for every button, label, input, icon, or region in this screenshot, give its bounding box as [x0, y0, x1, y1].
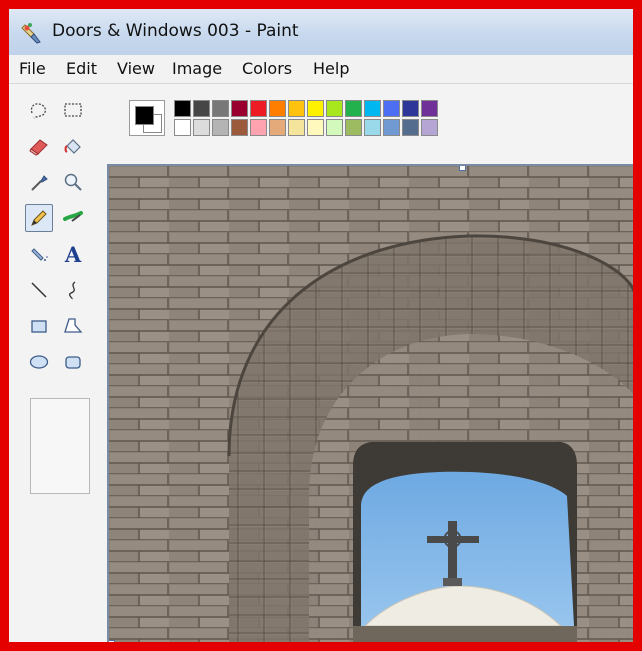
palette-swatch[interactable] — [307, 100, 324, 117]
palette-swatch[interactable] — [364, 100, 381, 117]
magnifier-tool[interactable] — [59, 168, 87, 196]
magnifier-icon — [64, 173, 82, 191]
paint-bucket-icon — [64, 139, 81, 154]
palette-swatch[interactable] — [212, 119, 229, 136]
palette-swatch[interactable] — [193, 119, 210, 136]
palette-swatch[interactable] — [364, 119, 381, 136]
palette-swatch[interactable] — [269, 119, 286, 136]
brush-icon — [63, 211, 83, 222]
airbrush-icon — [31, 248, 48, 261]
line-icon — [31, 282, 47, 298]
rectangle-icon — [31, 320, 47, 333]
polygon-icon — [64, 318, 83, 333]
drawing-canvas[interactable] — [107, 164, 633, 642]
toolbox: A — [23, 90, 93, 510]
menu-edit[interactable]: Edit — [66, 59, 97, 78]
select-tool[interactable] — [59, 96, 87, 124]
lasso-select-icon — [30, 103, 46, 119]
curve-tool[interactable] — [59, 276, 87, 304]
palette-swatch[interactable] — [383, 100, 400, 117]
palette-swatch[interactable] — [250, 100, 267, 117]
menu-colors[interactable]: Colors — [242, 59, 292, 78]
palette-swatch[interactable] — [212, 100, 229, 117]
window-title: Doors & Windows 003 - Paint — [52, 21, 299, 41]
palette-swatch[interactable] — [383, 119, 400, 136]
current-colors[interactable] — [129, 100, 165, 136]
palette-swatch[interactable] — [231, 119, 248, 136]
pencil-icon — [31, 210, 47, 226]
canvas-resize-handle-top[interactable] — [459, 166, 466, 171]
eraser-tool[interactable] — [25, 132, 53, 160]
palette-swatch[interactable] — [307, 119, 324, 136]
palette-swatch[interactable] — [174, 100, 191, 117]
polygon-tool[interactable] — [59, 312, 87, 340]
text-tool[interactable]: A — [59, 240, 87, 268]
curve-icon — [68, 281, 76, 300]
palette-swatch[interactable] — [250, 119, 267, 136]
title-bar: Doors & Windows 003 - Paint — [9, 9, 633, 55]
foreground-color-swatch[interactable] — [135, 106, 154, 125]
pencil-tool[interactable] — [25, 204, 53, 232]
pick-color-tool[interactable] — [25, 168, 53, 196]
airbrush-tool[interactable] — [25, 240, 53, 268]
palette-swatch[interactable] — [402, 119, 419, 136]
palette-swatch[interactable] — [174, 119, 191, 136]
workspace: A — [9, 84, 633, 642]
rounded-rectangle-tool[interactable] — [59, 348, 87, 376]
palette-swatch[interactable] — [288, 119, 305, 136]
canvas-image — [109, 166, 633, 642]
ellipse-icon — [29, 355, 49, 369]
eraser-icon — [29, 139, 48, 156]
rounded-rect-icon — [65, 356, 81, 369]
menu-image[interactable]: Image — [172, 59, 222, 78]
color-palette — [129, 96, 509, 142]
ellipse-tool[interactable] — [25, 348, 53, 376]
palette-swatch[interactable] — [345, 100, 362, 117]
fill-tool[interactable] — [59, 132, 87, 160]
palette-swatch[interactable] — [288, 100, 305, 117]
tool-options-box[interactable] — [30, 398, 90, 494]
brush-tool[interactable] — [59, 204, 87, 232]
eyedropper-icon — [31, 175, 48, 191]
palette-swatch[interactable] — [421, 100, 438, 117]
text-icon: A — [64, 241, 82, 267]
paint-window: Doors & Windows 003 - Paint File Edit Vi… — [9, 9, 633, 642]
paint-app-icon — [21, 22, 43, 44]
rectangle-tool[interactable] — [25, 312, 53, 340]
palette-swatch[interactable] — [193, 100, 210, 117]
palette-swatch[interactable] — [269, 100, 286, 117]
free-form-select-tool[interactable] — [25, 96, 53, 124]
menu-file[interactable]: File — [19, 59, 46, 78]
line-tool[interactable] — [25, 276, 53, 304]
rect-select-icon — [64, 103, 82, 117]
palette-swatch[interactable] — [326, 100, 343, 117]
menu-view[interactable]: View — [117, 59, 155, 78]
canvas-resize-handle-left[interactable] — [109, 640, 115, 642]
palette-swatch[interactable] — [326, 119, 343, 136]
menu-bar: File Edit View Image Colors Help — [9, 55, 633, 84]
menu-help[interactable]: Help — [313, 59, 349, 78]
palette-swatch[interactable] — [345, 119, 362, 136]
palette-swatch[interactable] — [402, 100, 419, 117]
palette-swatch[interactable] — [231, 100, 248, 117]
palette-swatch[interactable] — [421, 119, 438, 136]
